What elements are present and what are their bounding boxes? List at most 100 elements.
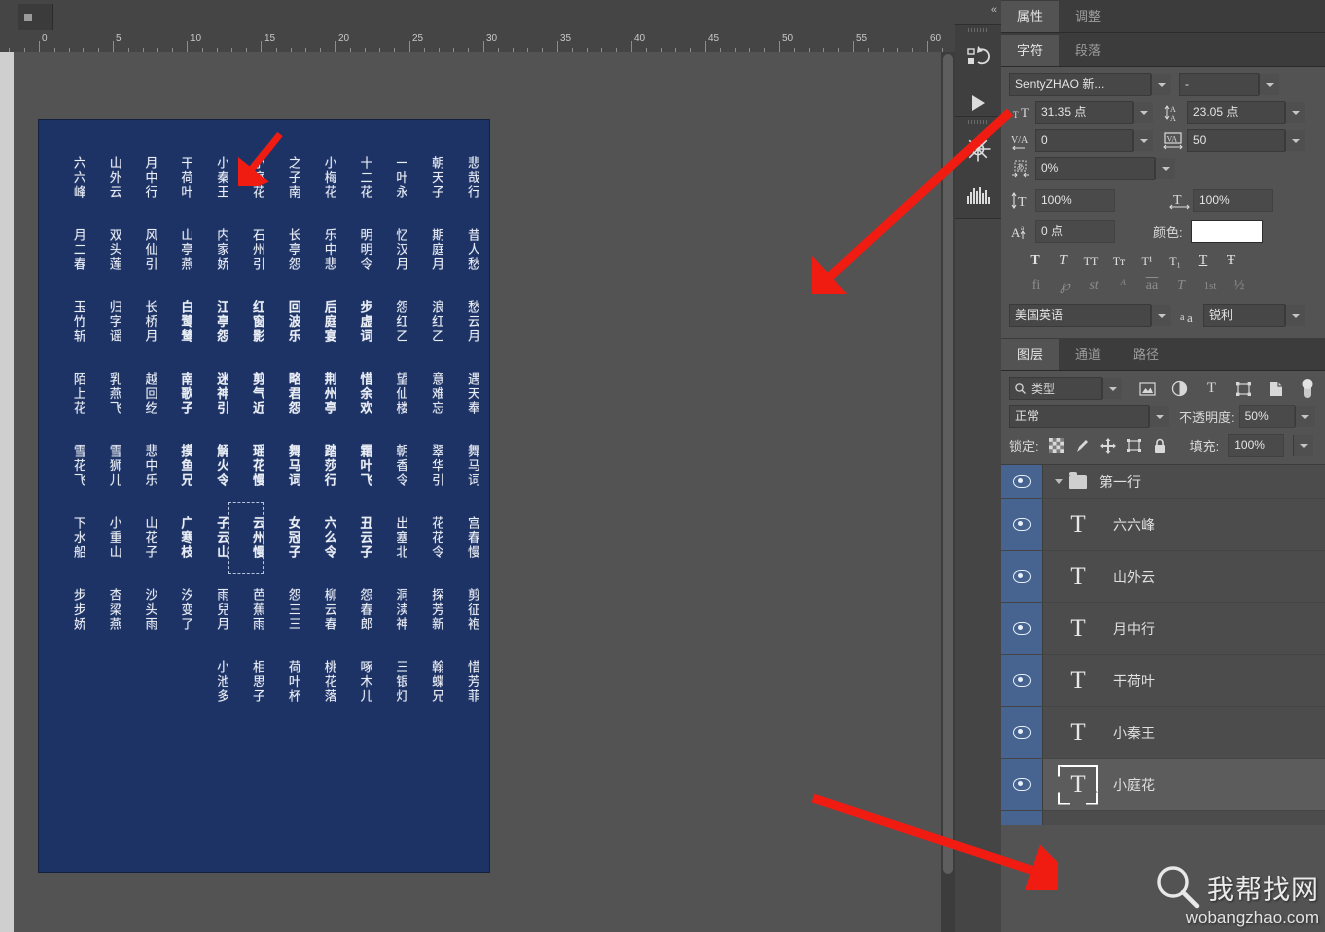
- small-caps-button[interactable]: Tᴛ: [1107, 250, 1131, 272]
- poem-cell[interactable]: 翰蝶兄: [407, 646, 443, 718]
- lock-artboard-icon[interactable]: [1126, 437, 1143, 454]
- poem-cell[interactable]: 白鹭鸶: [157, 286, 192, 358]
- leading-caret-icon[interactable]: [1285, 102, 1305, 123]
- ordinals-button[interactable]: 1st: [1199, 276, 1221, 296]
- poem-cell[interactable]: 翠华引: [407, 430, 443, 502]
- poem-cell[interactable]: 雨兒月: [192, 574, 228, 646]
- layer-row[interactable]: T 干荷叶: [1001, 655, 1325, 707]
- language-caret-icon[interactable]: [1151, 305, 1171, 326]
- lock-position-icon[interactable]: [1100, 437, 1117, 454]
- layer-thumbnail[interactable]: T: [1043, 765, 1113, 805]
- poem-cell[interactable]: 风仙引: [121, 214, 157, 286]
- baseline-shift-input[interactable]: 0 点: [1035, 220, 1115, 243]
- poem-cell[interactable]: 小池多: [192, 646, 228, 718]
- poem-cell[interactable]: 愁云月: [443, 286, 479, 358]
- subscript-button[interactable]: T₁: [1163, 250, 1187, 272]
- poem-cell[interactable]: 意难忘: [407, 358, 443, 430]
- layer-visibility-toggle[interactable]: [1001, 499, 1043, 550]
- poem-cell[interactable]: 怨春郎: [336, 574, 372, 646]
- lock-pixels-icon[interactable]: [1074, 437, 1091, 454]
- poem-cell[interactable]: 越回纥: [121, 358, 157, 430]
- layer-visibility-toggle-partial[interactable]: [1001, 811, 1043, 825]
- tab-layers[interactable]: 图层: [1001, 339, 1060, 370]
- poem-cell[interactable]: 悲哉行: [443, 142, 479, 214]
- poem-cell[interactable]: 雪花飞: [49, 430, 85, 502]
- layer-row[interactable]: 第一行: [1001, 465, 1325, 499]
- standard-ligatures-button[interactable]: fi: [1025, 276, 1047, 296]
- poem-cell[interactable]: 惜芳菲: [443, 646, 479, 718]
- kerning-input[interactable]: 0: [1035, 129, 1133, 152]
- poem-cell[interactable]: 江亭怨: [192, 286, 228, 358]
- poem-cell[interactable]: 双头莲: [85, 214, 121, 286]
- poem-cell[interactable]: 长桥月: [121, 286, 157, 358]
- opacity-input[interactable]: 50%: [1238, 405, 1295, 428]
- poem-cell[interactable]: 摸鱼兄: [157, 430, 192, 502]
- layer-thumbnail[interactable]: T: [1043, 609, 1113, 649]
- poem-cell[interactable]: 月二春: [49, 214, 85, 286]
- tracking-caret-icon[interactable]: [1285, 130, 1305, 151]
- antialias-caret-icon[interactable]: [1285, 305, 1305, 326]
- poem-cell[interactable]: 十二花: [336, 142, 372, 214]
- poem-cell[interactable]: 怨三三: [264, 574, 300, 646]
- poem-cell[interactable]: 荷叶杯: [264, 646, 300, 718]
- layer-visibility-toggle[interactable]: [1001, 551, 1043, 602]
- poem-cell[interactable]: 山亭燕: [157, 214, 192, 286]
- poem-cell[interactable]: 六六峰: [49, 142, 85, 214]
- artboard[interactable]: 悲哉行 昔人愁 愁云月 遇天奉 舞马词 宫春慢 剪征袍 惜芳菲 朝天子 期庭月 浪红乙 意难忘 翠华引花…: [39, 120, 489, 872]
- tab-adjustments[interactable]: 调整: [1059, 1, 1118, 32]
- layer-visibility-toggle[interactable]: [1001, 603, 1043, 654]
- poem-cell[interactable]: 山外云: [85, 142, 121, 214]
- font-family-select[interactable]: SentyZHAO 新...: [1009, 73, 1151, 96]
- poem-cell[interactable]: 干荷叶: [157, 142, 192, 214]
- tab-character[interactable]: 字符: [1001, 35, 1060, 66]
- discretionary-ligatures-button[interactable]: st: [1083, 276, 1105, 296]
- font-style-select[interactable]: -: [1179, 73, 1259, 96]
- poem-cell[interactable]: 玉竹斩: [49, 286, 85, 358]
- poem-cell[interactable]: 剪征袍: [443, 574, 479, 646]
- poem-cell[interactable]: 六么令: [300, 502, 336, 574]
- poem-cell[interactable]: 广寒枝: [157, 502, 192, 574]
- poem-cell[interactable]: [49, 646, 85, 718]
- filter-type-icon[interactable]: T: [1202, 379, 1221, 398]
- lock-all-icon[interactable]: [1152, 437, 1169, 454]
- font-size-input[interactable]: 31.35 点: [1035, 101, 1133, 124]
- poem-cell[interactable]: 柳云春: [300, 574, 336, 646]
- tab-paragraph[interactable]: 段落: [1059, 35, 1118, 66]
- filter-pixel-icon[interactable]: [1138, 379, 1157, 398]
- document-tab[interactable]: [18, 4, 53, 30]
- layer-visibility-toggle[interactable]: [1001, 655, 1043, 706]
- contextual-alternates-button[interactable]: ℘: [1054, 276, 1076, 296]
- layer-visibility-toggle[interactable]: [1001, 707, 1043, 758]
- poem-cell[interactable]: 剪气近: [228, 358, 264, 430]
- poem-cell[interactable]: 期庭月: [407, 214, 443, 286]
- poem-cell[interactable]: 南歌子: [157, 358, 192, 430]
- poem-cell[interactable]: 浪红乙: [407, 286, 443, 358]
- layer-row[interactable]: T 月中行: [1001, 603, 1325, 655]
- poem-cell[interactable]: 啄木儿: [336, 646, 372, 718]
- fill-caret-icon[interactable]: [1293, 435, 1314, 456]
- poem-cell[interactable]: 下水船: [49, 502, 85, 574]
- tab-paths[interactable]: 路径: [1117, 339, 1176, 370]
- poem-cell[interactable]: 女冠子: [264, 502, 300, 574]
- filter-shape-icon[interactable]: [1234, 379, 1253, 398]
- poem-cell[interactable]: 略君怨: [264, 358, 300, 430]
- poem-cell[interactable]: 一叶永: [372, 142, 407, 214]
- layer-row-partial[interactable]: [1001, 811, 1325, 825]
- poem-cell[interactable]: 迷神引: [192, 358, 228, 430]
- layer-filter-type-select[interactable]: 类型: [1009, 377, 1102, 400]
- poem-cell[interactable]: 霜叶飞: [336, 430, 372, 502]
- horizontal-scale-input[interactable]: 100%: [1193, 189, 1273, 212]
- poem-cell[interactable]: 后庭宴: [300, 286, 336, 358]
- fractions-button[interactable]: ½: [1228, 276, 1250, 296]
- layer-row[interactable]: T 小庭花: [1001, 759, 1325, 811]
- ship-wheel-icon[interactable]: [955, 126, 1001, 172]
- antialias-select[interactable]: 锐利: [1203, 304, 1285, 327]
- poem-cell[interactable]: 小重山: [85, 502, 121, 574]
- vertical-scale-input[interactable]: 100%: [1035, 189, 1115, 212]
- blend-mode-select[interactable]: 正常: [1009, 405, 1149, 428]
- poem-cell[interactable]: 探芳新: [407, 574, 443, 646]
- poem-cell[interactable]: 沙头雨: [121, 574, 157, 646]
- poem-cell[interactable]: 乐中悲: [300, 214, 336, 286]
- poem-cell[interactable]: 陌上花: [49, 358, 85, 430]
- layer-thumbnail[interactable]: T: [1043, 713, 1113, 753]
